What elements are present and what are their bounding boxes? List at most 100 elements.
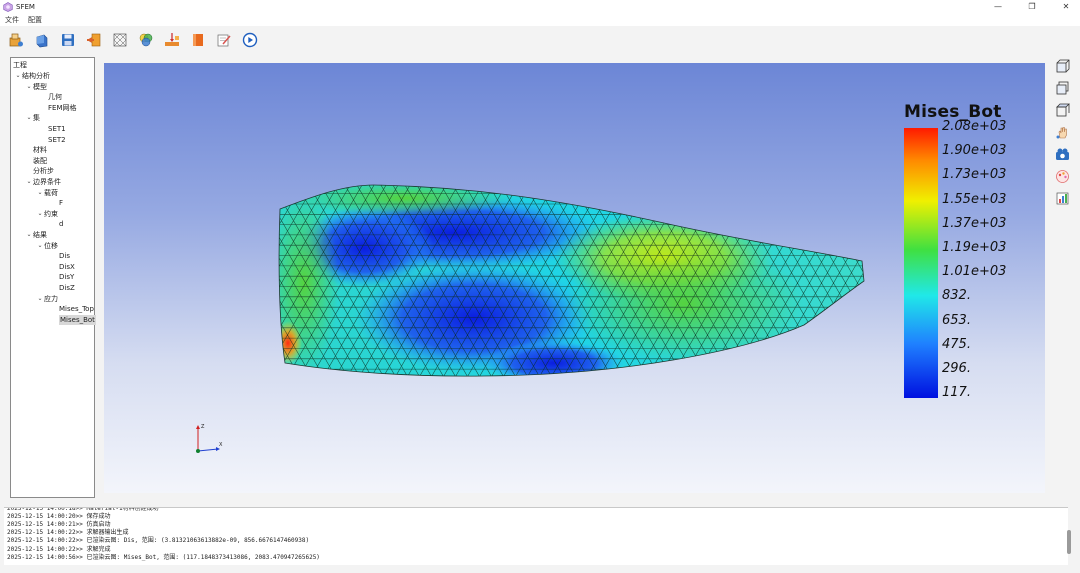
log-line: 2025-12-15 14:00:21>> 仿真启动 [7, 521, 111, 529]
boundary-icon [164, 33, 179, 46]
tree-item[interactable]: DisZ [47, 283, 75, 293]
run-button[interactable] [241, 32, 258, 49]
tree-item[interactable]: ⌄ 约束 [36, 209, 58, 219]
save-button[interactable] [59, 32, 76, 49]
chevron-down-icon[interactable]: ⌄ [36, 209, 44, 219]
tree-item[interactable]: Mises_Bot [47, 314, 96, 325]
tree-item[interactable]: F [47, 198, 63, 208]
tree-item[interactable]: DisX [47, 262, 75, 272]
tree-item-label: F [59, 199, 64, 208]
menu-file[interactable]: 文件 [5, 15, 19, 25]
legend-color-bar [904, 128, 938, 398]
chevron-down-icon[interactable]: ⌄ [25, 230, 33, 240]
tree-item[interactable]: ⌄ 边界条件 [25, 177, 61, 187]
camera-icon [1055, 148, 1069, 160]
tree-item[interactable]: Dis [47, 251, 70, 261]
chart-icon [1056, 192, 1068, 204]
axis-x-label: X [219, 442, 223, 448]
tree-item[interactable]: ⌄ 载荷 [36, 188, 58, 198]
chevron-down-icon[interactable]: ⌄ [25, 177, 33, 187]
log-line: 2025-12-15 14:00:22>> 已渲染云图: Dis, 范围: (3… [7, 537, 310, 545]
open-button[interactable] [33, 32, 50, 49]
new-project-button[interactable] [7, 32, 24, 49]
view-top-button[interactable] [1053, 102, 1071, 118]
tree-item-label: d [59, 220, 64, 229]
legend-tick-label: 1.01e+03 [942, 264, 1007, 280]
edit-button[interactable] [215, 32, 232, 49]
tree-item[interactable]: 装配 [25, 156, 47, 166]
pan-hand-icon [1056, 126, 1067, 138]
legend-tick-label: 1.90e+03 [942, 143, 1007, 159]
tree-item[interactable]: Mises_Top [47, 304, 94, 314]
tree-header-label: 工程 [13, 61, 27, 69]
tree-item-label: 材料 [33, 146, 47, 155]
tree-item[interactable]: SET2 [36, 135, 66, 145]
tree-item[interactable]: ⌄ 结果 [25, 230, 47, 240]
screenshot-button[interactable] [1053, 146, 1071, 162]
chart-button[interactable] [1053, 190, 1071, 206]
tree-item[interactable]: ⌄ 结构分析 [14, 71, 50, 81]
legend-tick-label: 653. [942, 312, 971, 328]
tree-item-label: FEM网格 [48, 103, 77, 112]
view-front-icon [1056, 59, 1069, 72]
tree-item[interactable]: SET1 [36, 124, 66, 134]
tree-item[interactable]: DisY [47, 272, 74, 282]
open-icon [36, 34, 47, 48]
tree-item-label: 几何 [48, 93, 62, 102]
boundary-button[interactable] [163, 32, 180, 49]
view-iso-button[interactable] [1053, 80, 1071, 96]
console-scrollbar[interactable] [1067, 530, 1071, 554]
tree-item[interactable]: ⌄ 应力 [36, 294, 58, 304]
title-bar: SFEM — ❐ ✕ [0, 0, 1080, 14]
chevron-down-icon[interactable]: ⌄ [25, 82, 33, 92]
tree-item[interactable]: d [47, 219, 63, 229]
view-front-button[interactable] [1053, 58, 1071, 74]
minimize-button[interactable]: — [992, 0, 1004, 14]
save-icon [61, 34, 74, 46]
tree-item[interactable]: 几何 [36, 92, 62, 102]
tree-item[interactable]: ⌄ 集 [25, 113, 40, 123]
tree-item-label: 载荷 [44, 188, 58, 197]
chevron-down-icon[interactable]: ⌄ [36, 188, 44, 198]
tree-item[interactable]: ⌄ 模型 [25, 82, 47, 92]
import-button[interactable] [85, 32, 102, 49]
tree-item[interactable]: FEM网格 [36, 103, 77, 113]
section-button[interactable] [189, 32, 206, 49]
tree-item-label: DisX [59, 262, 75, 271]
mesh-button[interactable] [111, 32, 128, 49]
chevron-down-icon[interactable]: ⌄ [14, 71, 22, 81]
axis-z-label: Z [201, 424, 205, 430]
main-toolbar [0, 26, 1080, 54]
material-button[interactable] [137, 32, 154, 49]
tree-item[interactable]: ⌄ 位移 [36, 241, 58, 251]
mesh-icon [113, 33, 126, 47]
new-project-icon [9, 33, 23, 47]
tree-item-label: 约束 [44, 209, 58, 218]
tree-item[interactable]: 分析步 [25, 166, 54, 176]
tree-item-label: 结果 [33, 231, 47, 239]
chevron-down-icon[interactable]: ⌄ [25, 113, 33, 123]
3d-viewport[interactable]: Mises_Bot 2.08e+03 1.90e+03 1.73e+03 1.55e+… [104, 63, 1045, 493]
edit-icon [217, 34, 231, 47]
chevron-down-icon[interactable]: ⌄ [36, 294, 44, 304]
pan-button[interactable] [1053, 124, 1071, 140]
chevron-down-icon[interactable]: ⌄ [36, 241, 44, 251]
close-button[interactable]: ✕ [1060, 0, 1072, 14]
restore-button[interactable]: ❐ [1026, 0, 1038, 14]
legend-tick-label: 1.55e+03 [942, 191, 1007, 207]
log-console[interactable]: 2025-12-15 14:00:18>> Material-1材料创建成功 20… [4, 507, 1068, 565]
menu-bar: 文件 配置 [0, 14, 1080, 26]
tree-item-label: DisZ [59, 284, 75, 292]
tree-header: 工程 [13, 60, 27, 70]
import-icon [86, 33, 100, 47]
tree-item[interactable]: 材料 [25, 145, 47, 155]
legend-tick-label: 296. [942, 361, 971, 377]
menu-config[interactable]: 配置 [28, 15, 42, 25]
log-line: 2025-12-15 14:00:56>> 已渲染云图: Mises_Bot, … [7, 553, 320, 561]
window-controls: — ❐ ✕ [992, 0, 1072, 14]
tree-item-label: 边界条件 [33, 178, 61, 186]
color-map-button[interactable] [1053, 168, 1071, 184]
tree-item-label: SET1 [48, 125, 66, 133]
tree-item-label: 位移 [44, 241, 58, 250]
legend-tick-label: 832. [942, 288, 971, 304]
